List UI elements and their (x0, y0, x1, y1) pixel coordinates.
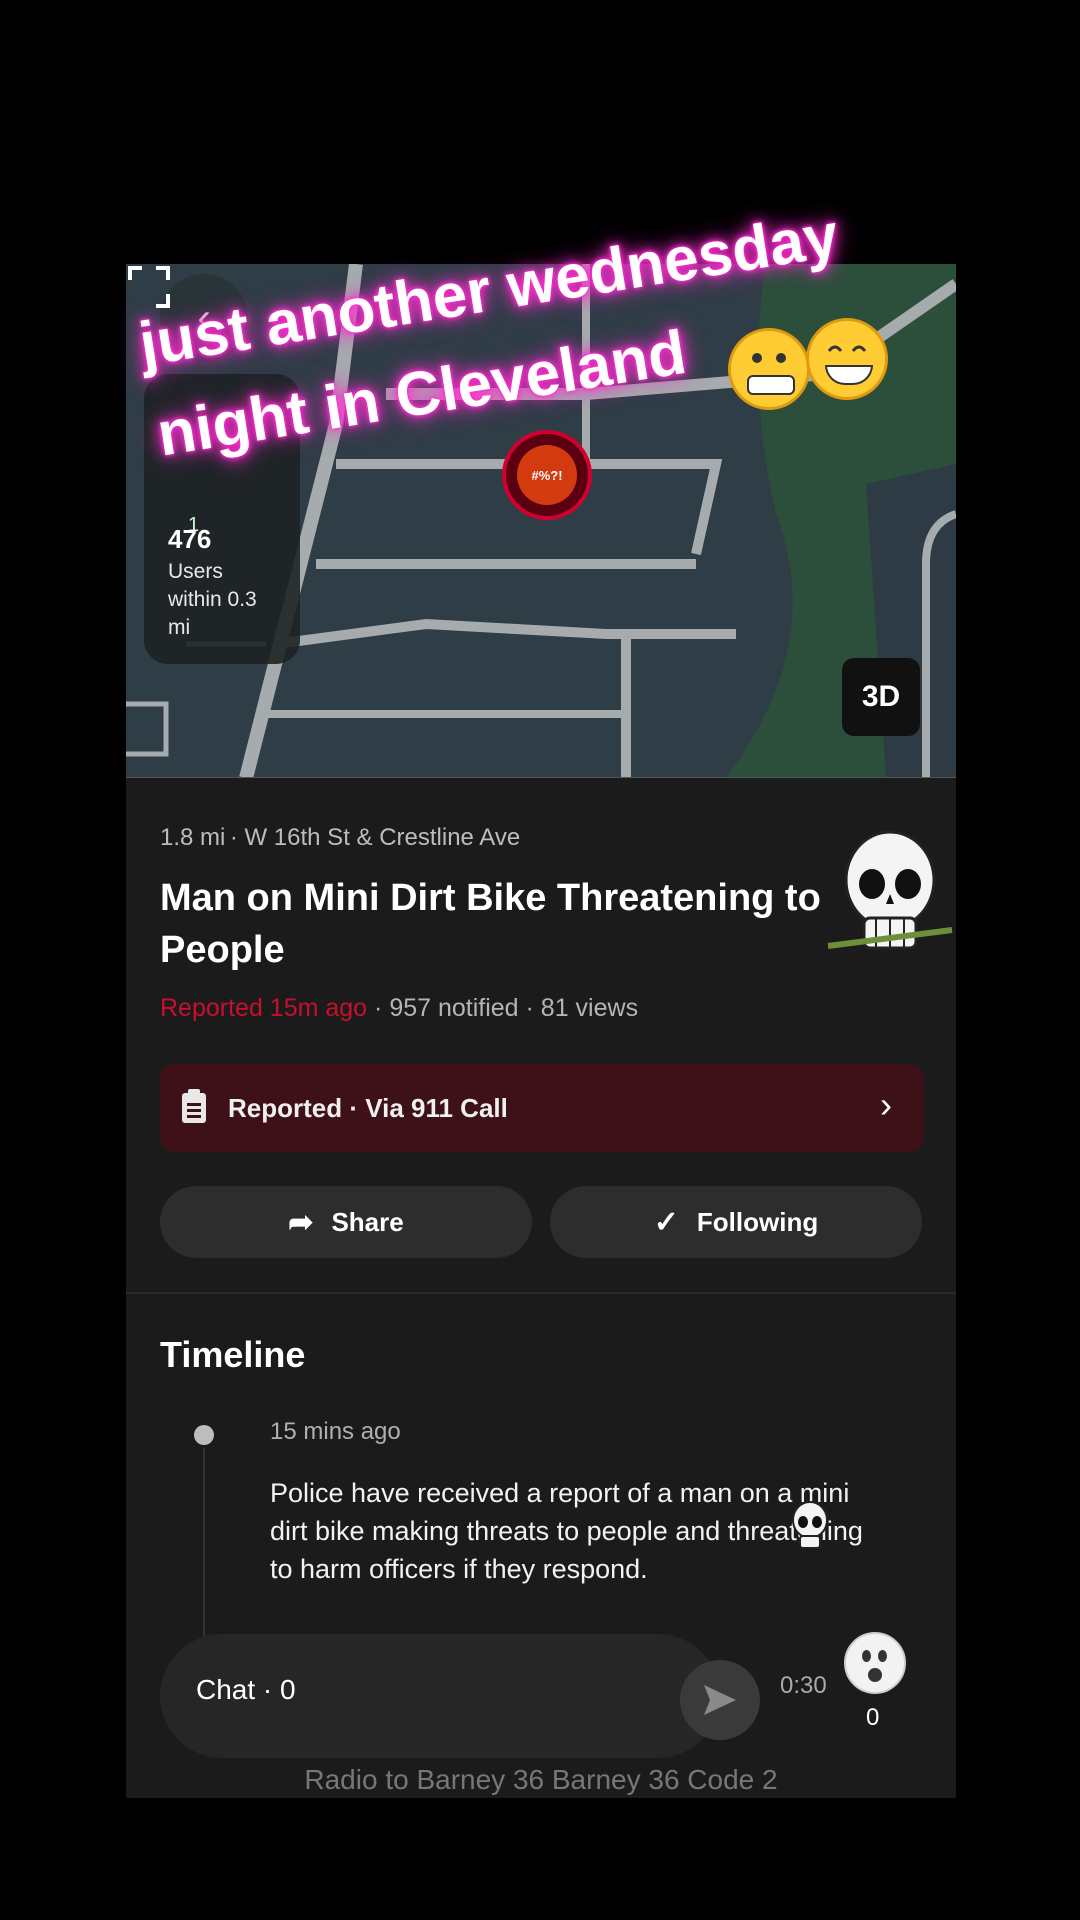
grimacing-face-icon (728, 328, 810, 410)
chat-input-bar[interactable]: Chat · 0 (160, 1634, 760, 1758)
chevron-right-icon: › (880, 1084, 892, 1125)
send-button[interactable] (680, 1660, 760, 1740)
reported-status-label: Reported · Via 911 Call (228, 1092, 508, 1123)
reported-time: Reported 15m ago (160, 994, 368, 1022)
timeline-entry-time: 15 mins ago (270, 1418, 401, 1445)
timeline-heading: Timeline (160, 1334, 306, 1375)
shocked-face-reaction-icon[interactable] (844, 1632, 906, 1694)
section-divider (126, 1292, 956, 1294)
distance: 1.8 mi (160, 824, 226, 851)
incident-stats: Reported 15m ago · 957 notified · 81 vie… (160, 994, 638, 1023)
location: W 16th St & Crestline Ave (244, 824, 521, 851)
radio-timer: 0:30 (780, 1672, 827, 1699)
share-button[interactable]: ➦ Share (160, 1186, 532, 1258)
3d-toggle-button[interactable]: 3D (842, 658, 920, 736)
clipboard-icon (182, 1089, 206, 1123)
notified-views: · 957 notified · 81 views (374, 994, 639, 1022)
sweat-smile-face-icon (806, 318, 888, 400)
skull-sticker-icon (827, 830, 953, 950)
timeline-dot (194, 1425, 214, 1445)
reported-status-bar[interactable]: Reported · Via 911 Call › (160, 1064, 924, 1152)
caption-overlay: just another wednesday night in Clevelan… (0, 201, 1080, 490)
checkmark-icon: ✓ (653, 1205, 679, 1239)
meta-separator: · (229, 824, 245, 851)
incident-meta: 1.8 mi · W 16th St & Crestline Ave (160, 824, 930, 852)
incident-title: Man on Mini Dirt Bike Threatening to Peo… (160, 877, 821, 971)
users-label: Users within 0.3 mi (168, 560, 257, 639)
following-label: Following (696, 1206, 819, 1237)
reaction-count: 0 (866, 1704, 880, 1731)
send-icon (704, 1685, 736, 1715)
radio-transcript: Radio to Barney 36 Barney 36 Code 2 (304, 1764, 778, 1795)
incident-screen: 1 476 Users within 0.3 mi ‹ #%?! 3D 1.8 … (126, 264, 956, 1798)
small-skull-sticker-icon (792, 1501, 828, 1549)
share-arrow-icon: ➦ (288, 1205, 314, 1239)
timeline-entry-text: Police have received a report of a man o… (270, 1478, 863, 1584)
following-button[interactable]: ✓ Following (550, 1186, 922, 1258)
share-label: Share (331, 1206, 404, 1237)
users-count: 476 (168, 524, 212, 554)
chat-label: Chat · 0 (196, 1674, 296, 1705)
